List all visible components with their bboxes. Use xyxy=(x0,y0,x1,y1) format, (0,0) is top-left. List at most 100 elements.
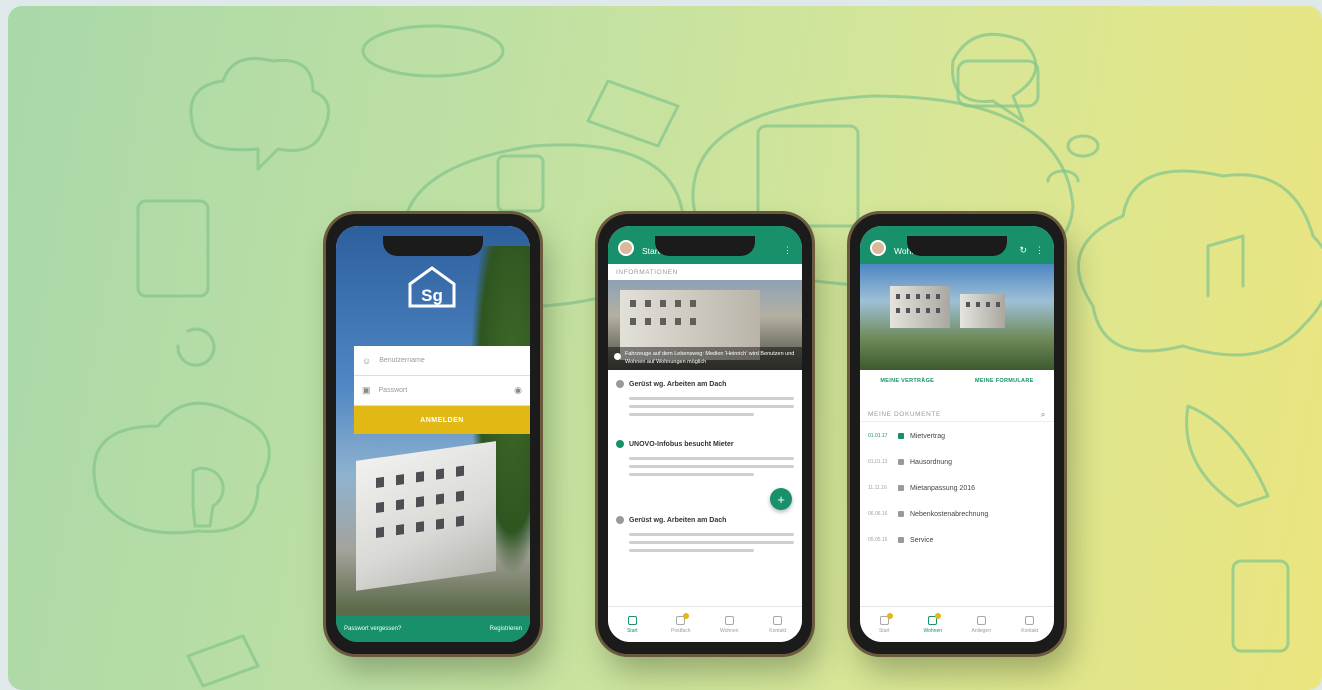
my-contracts-link[interactable]: MEINE VERTRÄGE xyxy=(880,378,934,384)
tab-anliegen[interactable]: Anliegen xyxy=(957,607,1006,642)
tab-kontakt[interactable]: Kontakt xyxy=(1006,607,1055,642)
tab-label: Kontakt xyxy=(769,627,787,634)
document-name: Mietvertrag xyxy=(910,432,946,440)
house-icon xyxy=(976,615,986,625)
news-item[interactable]: UNOVO-Infobus besucht Mieter xyxy=(608,440,802,476)
news-item[interactable]: Gerüst wg. Arbeiten am Dach xyxy=(608,380,802,416)
document-icon xyxy=(898,459,904,465)
tab-start[interactable]: Start xyxy=(608,607,657,642)
add-button[interactable]: + xyxy=(770,488,792,510)
eye-icon[interactable]: ◉ xyxy=(514,385,522,396)
building-photo xyxy=(960,294,1005,328)
news-icon xyxy=(616,516,624,524)
username-field[interactable]: ☺ Benutzername xyxy=(354,346,530,376)
avatar[interactable] xyxy=(618,240,634,256)
user-icon: ☺ xyxy=(362,355,372,366)
document-icon xyxy=(898,485,904,491)
notification-badge xyxy=(683,612,690,619)
info-icon xyxy=(614,353,621,361)
logo-text: Sg xyxy=(421,286,443,305)
documents-header: MEINE DOKUMENTE ⌕ xyxy=(860,408,1054,422)
avatar[interactable] xyxy=(870,240,886,256)
document-date: 11.11.16 xyxy=(868,485,887,491)
search-icon[interactable]: ⌕ xyxy=(1041,410,1046,420)
tab-postfach[interactable]: Postfach xyxy=(657,607,706,642)
password-placeholder: Passwort xyxy=(378,387,408,394)
more-icon[interactable]: ⋮ xyxy=(1035,245,1044,256)
document-row[interactable]: 01.01.13 Hausordnung xyxy=(860,454,1054,470)
mail-icon xyxy=(928,612,942,625)
document-date: 06.06.16 xyxy=(868,511,888,517)
more-icon[interactable]: ⋮ xyxy=(783,245,792,256)
login-footer: Passwort vergessen? Registrieren xyxy=(336,616,530,642)
document-row[interactable]: 05.05.16 Service xyxy=(860,532,1054,548)
start-screen: Start ⋮ INFORMATIONEN Fahrzeuge auf dem … xyxy=(608,226,802,642)
login-screen: Sg ☺ Benutzername ▣ Passwort ◉ ANMELDEN … xyxy=(336,226,530,642)
news-title: Gerüst wg. Arbeiten am Dach xyxy=(629,380,727,388)
username-placeholder: Benutzername xyxy=(379,357,425,364)
tab-label: Anliegen xyxy=(971,627,991,634)
forgot-password-link[interactable]: Passwort vergessen? xyxy=(344,626,401,632)
notification-badge xyxy=(886,612,893,619)
news-icon xyxy=(616,380,624,388)
bottom-tab-bar: Start Postfach Wohnen Kontakt xyxy=(608,606,802,642)
phone-notch xyxy=(655,236,755,256)
tab-label: Wohnen xyxy=(719,627,739,634)
news-icon xyxy=(616,440,624,448)
document-row[interactable]: 11.11.16 Mietanpassung 2016 xyxy=(860,480,1054,496)
news-hero-image[interactable]: Fahrzeuge auf dem Lebensweg: Medien 'Hei… xyxy=(608,280,802,370)
tab-start[interactable]: Start xyxy=(860,607,909,642)
phone-notch xyxy=(383,236,483,256)
documents-label: MEINE DOKUMENTE xyxy=(868,411,941,418)
tab-label: Start xyxy=(878,627,890,634)
login-card: ☺ Benutzername ▣ Passwort ◉ ANMELDEN xyxy=(354,346,530,434)
tab-label: Postfach xyxy=(671,627,691,634)
document-name: Mietanpassung 2016 xyxy=(910,484,975,492)
person-icon xyxy=(773,615,783,625)
news-item[interactable]: Gerüst wg. Arbeiten am Dach xyxy=(608,516,802,552)
refresh-icon[interactable]: ↻ xyxy=(1019,245,1027,256)
section-label: INFORMATIONEN xyxy=(616,268,678,276)
tab-wohnen[interactable]: Wohnen xyxy=(705,607,754,642)
register-link[interactable]: Registrieren xyxy=(490,626,522,632)
document-row[interactable]: 01.01.17 Mietvertrag xyxy=(860,428,1054,444)
document-name: Hausordnung xyxy=(910,458,953,466)
promo-background: Sg ☺ Benutzername ▣ Passwort ◉ ANMELDEN … xyxy=(8,6,1322,690)
tab-wohnen[interactable]: Wohnen xyxy=(909,607,958,642)
document-date: 05.05.16 xyxy=(868,537,888,543)
tab-kontakt[interactable]: Kontakt xyxy=(754,607,803,642)
quick-links: MEINE VERTRÄGE MEINE FORMULARE xyxy=(860,378,1054,384)
my-forms-link[interactable]: MEINE FORMULARE xyxy=(975,378,1034,384)
phone-wohnen: Wohnen ↻ ⋮ MEINE VERTRÄGE MEINE FORMULAR… xyxy=(850,214,1064,654)
document-icon xyxy=(898,537,904,543)
person-icon xyxy=(1025,615,1035,625)
news-title: Gerüst wg. Arbeiten am Dach xyxy=(629,516,727,524)
tab-label: Kontakt xyxy=(1021,627,1039,634)
home-icon xyxy=(627,615,637,625)
building-photo xyxy=(356,441,496,591)
hero-caption-text: Fahrzeuge auf dem Lebensweg: Medien 'Hei… xyxy=(625,351,795,365)
document-date: 01.01.13 xyxy=(868,459,888,465)
tab-label: Start xyxy=(626,627,638,634)
document-icon xyxy=(898,433,904,439)
phone-notch xyxy=(907,236,1007,256)
building-photo xyxy=(890,286,950,328)
document-name: Nebenkostenabrechnung xyxy=(910,510,989,518)
hero-caption: Fahrzeuge auf dem Lebensweg: Medien 'Hei… xyxy=(608,347,802,370)
wohnen-screen: Wohnen ↻ ⋮ MEINE VERTRÄGE MEINE FORMULAR… xyxy=(860,226,1054,642)
lock-icon: ▣ xyxy=(362,385,371,395)
mail-icon xyxy=(676,612,690,625)
app-logo: Sg xyxy=(406,264,458,310)
residence-photo xyxy=(860,264,1054,370)
document-name: Service xyxy=(910,536,934,544)
house-icon xyxy=(724,615,734,625)
news-title: UNOVO-Infobus besucht Mieter xyxy=(629,440,734,448)
phone-login: Sg ☺ Benutzername ▣ Passwort ◉ ANMELDEN … xyxy=(326,214,540,654)
notification-badge xyxy=(935,612,942,619)
document-icon xyxy=(898,511,904,517)
login-button[interactable]: ANMELDEN xyxy=(354,406,530,434)
password-field[interactable]: ▣ Passwort ◉ xyxy=(354,376,530,406)
phone-start: Start ⋮ INFORMATIONEN Fahrzeuge auf dem … xyxy=(598,214,812,654)
document-row[interactable]: 06.06.16 Nebenkostenabrechnung xyxy=(860,506,1054,522)
home-icon xyxy=(879,612,893,625)
